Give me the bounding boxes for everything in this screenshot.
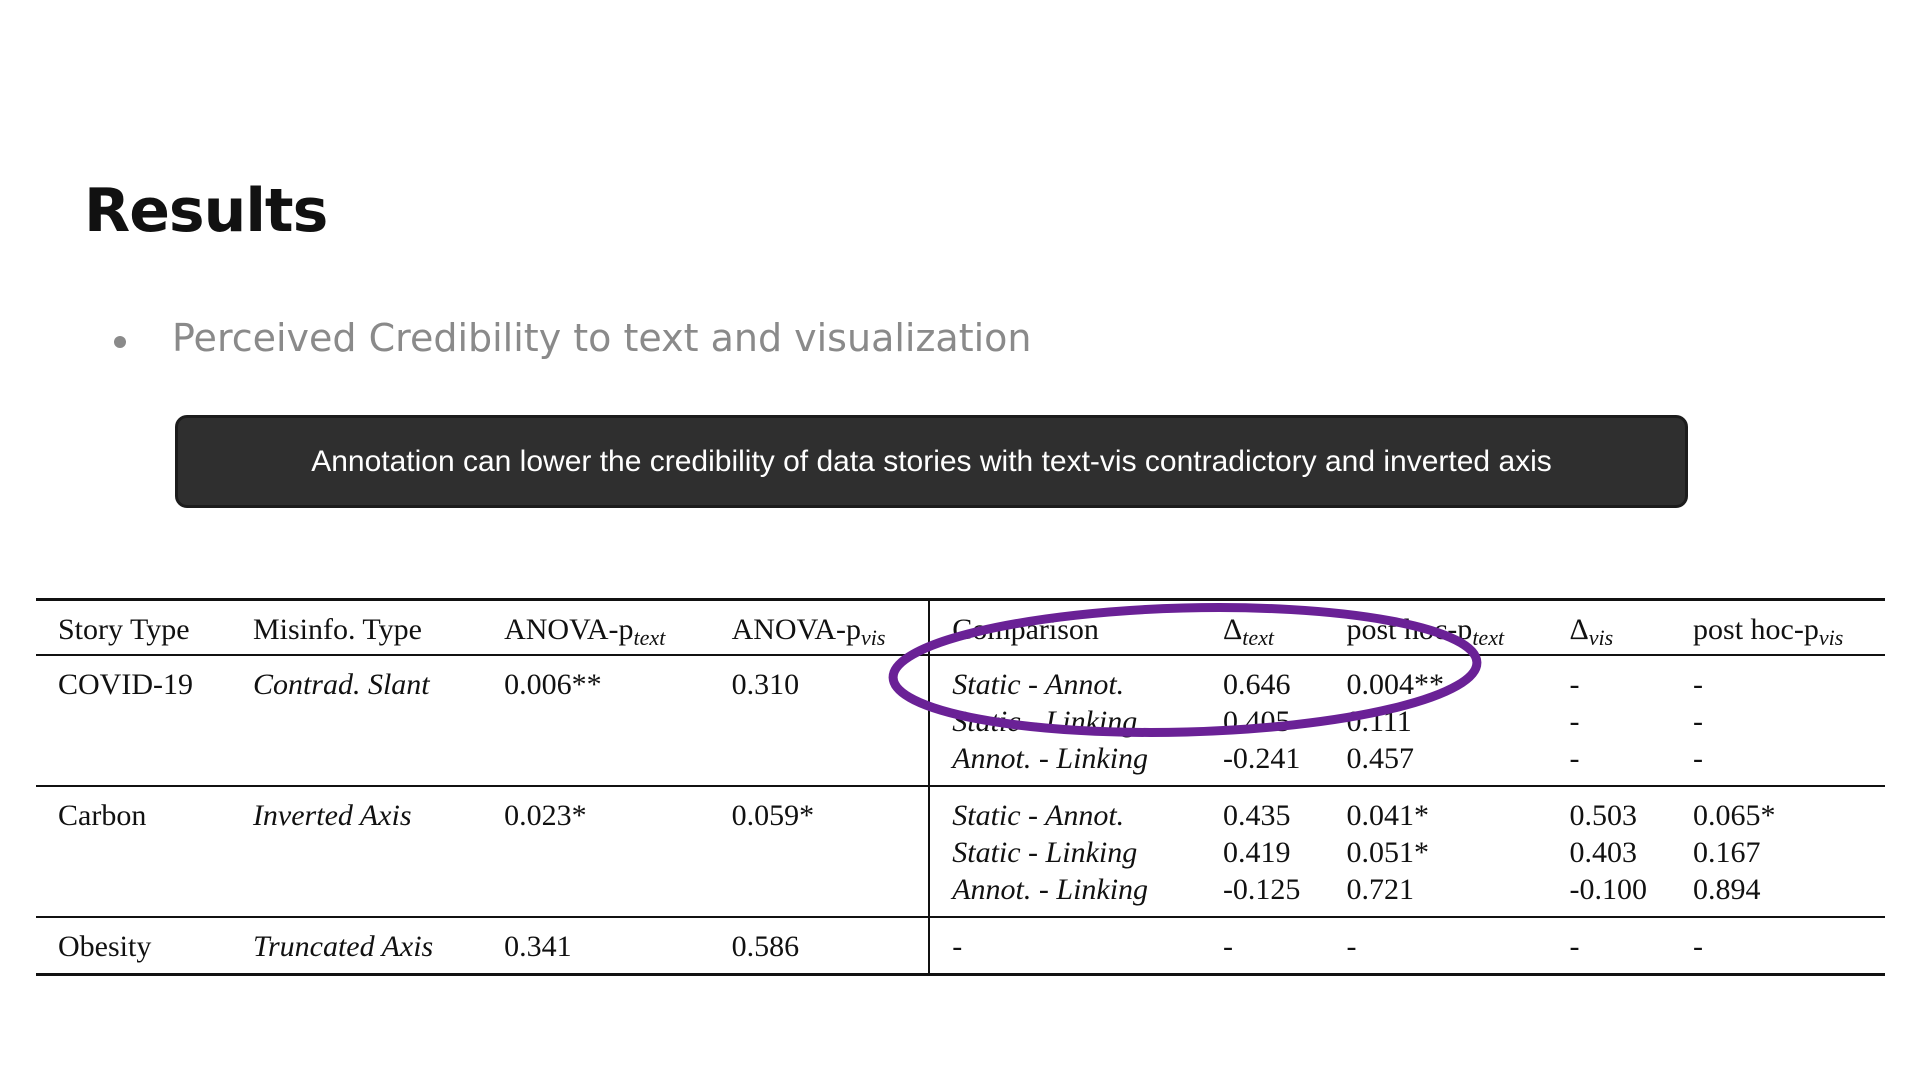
- delta-text-cell: -0.241: [1222, 742, 1301, 775]
- delta-text-cell: -: [1222, 930, 1233, 963]
- delta-text-cell: -0.125: [1222, 873, 1301, 906]
- header-delta-text: Δtext: [1222, 613, 1274, 650]
- anova-vis-cell: 0.310: [731, 668, 800, 701]
- header-misinfo-type: Misinfo. Type: [252, 613, 422, 646]
- table-row: COVID-19 Contrad. Slant 0.006** 0.310 St…: [36, 655, 1885, 703]
- misinfo-type-cell: Contrad. Slant: [252, 668, 430, 701]
- posthoc-vis-cell: -: [1693, 742, 1704, 775]
- delta-vis-cell: -: [1569, 930, 1580, 963]
- delta-vis-cell: 0.503: [1569, 799, 1637, 832]
- posthoc-vis-cell: -: [1693, 668, 1704, 701]
- table-header-row: Story Type Misinfo. Type ANOVA-ptext ANO…: [36, 599, 1885, 655]
- comparison-cell: Static - Annot.: [928, 655, 1201, 703]
- posthoc-text-cell: 0.457: [1346, 742, 1414, 775]
- anova-text-cell: 0.341: [504, 930, 572, 963]
- comparison-cell: Annot. - Linking: [928, 871, 1201, 917]
- posthoc-vis-cell: -: [1693, 930, 1704, 963]
- posthoc-text-cell: 0.041*: [1346, 799, 1429, 832]
- table-group-covid: COVID-19 Contrad. Slant 0.006** 0.310 St…: [36, 655, 1885, 786]
- comparison-cell: Static - Linking: [928, 834, 1201, 871]
- header-posthoc-p-vis: post hoc-pvis: [1693, 613, 1844, 650]
- bullet-text: Perceived Credibility to text and visual…: [172, 316, 1032, 360]
- delta-vis-cell: -0.100: [1569, 873, 1647, 906]
- header-anova-p-text: ANOVA-ptext: [504, 613, 666, 650]
- table-row: Obesity Truncated Axis 0.341 0.586 - - -…: [36, 917, 1885, 975]
- anova-text-cell: 0.006**: [504, 668, 602, 701]
- comparison-cell: Static - Annot.: [928, 786, 1201, 834]
- anova-vis-cell: 0.586: [731, 930, 800, 963]
- table-row: Annot. - Linking -0.125 0.721 -0.100 0.8…: [36, 871, 1885, 917]
- bullet-item: Perceived Credibility to text and visual…: [114, 316, 1032, 360]
- posthoc-vis-cell: 0.065*: [1693, 799, 1776, 832]
- table-row: Carbon Inverted Axis 0.023* 0.059* Stati…: [36, 786, 1885, 834]
- story-type-cell: Obesity: [58, 930, 152, 963]
- delta-vis-cell: -: [1569, 705, 1580, 738]
- comparison-cell: Annot. - Linking: [928, 740, 1201, 786]
- posthoc-vis-cell: -: [1693, 705, 1704, 738]
- anova-vis-cell: 0.059*: [731, 799, 815, 832]
- story-type-cell: Carbon: [58, 799, 147, 832]
- posthoc-vis-cell: 0.167: [1693, 836, 1761, 869]
- header-comparison: Comparison: [928, 599, 1201, 655]
- header-delta-vis: Δvis: [1569, 613, 1614, 650]
- misinfo-type-cell: Truncated Axis: [252, 930, 434, 963]
- table-row: Static - Linking 0.405 0.111 - -: [36, 703, 1885, 740]
- bullet-dot-icon: [114, 336, 126, 348]
- slide-title: Results: [84, 176, 328, 246]
- delta-text-cell: 0.435: [1222, 799, 1291, 832]
- table-row: Annot. - Linking -0.241 0.457 - -: [36, 740, 1885, 786]
- table-group-carbon: Carbon Inverted Axis 0.023* 0.059* Stati…: [36, 786, 1885, 917]
- posthoc-text-cell: 0.051*: [1346, 836, 1429, 869]
- delta-text-cell: 0.646: [1222, 668, 1291, 701]
- posthoc-text-cell: 0.111: [1346, 705, 1412, 738]
- comparison-cell: Static - Linking: [928, 703, 1201, 740]
- story-type-cell: COVID-19: [58, 668, 193, 701]
- header-anova-p-vis: ANOVA-pvis: [731, 613, 886, 650]
- delta-vis-cell: -: [1569, 668, 1580, 701]
- delta-text-cell: 0.419: [1222, 836, 1291, 869]
- posthoc-text-cell: 0.721: [1346, 873, 1414, 906]
- comparison-cell: -: [928, 917, 1201, 975]
- results-table: Story Type Misinfo. Type ANOVA-ptext ANO…: [36, 598, 1885, 976]
- table-row: Static - Linking 0.419 0.051* 0.403 0.16…: [36, 834, 1885, 871]
- table-group-obesity: Obesity Truncated Axis 0.341 0.586 - - -…: [36, 917, 1885, 975]
- callout-text: Annotation can lower the credibility of …: [311, 444, 1552, 478]
- anova-text-cell: 0.023*: [504, 799, 587, 832]
- posthoc-vis-cell: 0.894: [1693, 873, 1761, 906]
- posthoc-text-cell: 0.004**: [1346, 668, 1444, 701]
- delta-vis-cell: 0.403: [1569, 836, 1637, 869]
- posthoc-text-cell: -: [1346, 930, 1357, 963]
- delta-text-cell: 0.405: [1222, 705, 1291, 738]
- delta-vis-cell: -: [1569, 742, 1580, 775]
- header-posthoc-p-text: post hoc-ptext: [1346, 613, 1505, 650]
- key-finding-callout: Annotation can lower the credibility of …: [175, 415, 1688, 508]
- header-story-type: Story Type: [58, 613, 190, 646]
- misinfo-type-cell: Inverted Axis: [252, 799, 412, 832]
